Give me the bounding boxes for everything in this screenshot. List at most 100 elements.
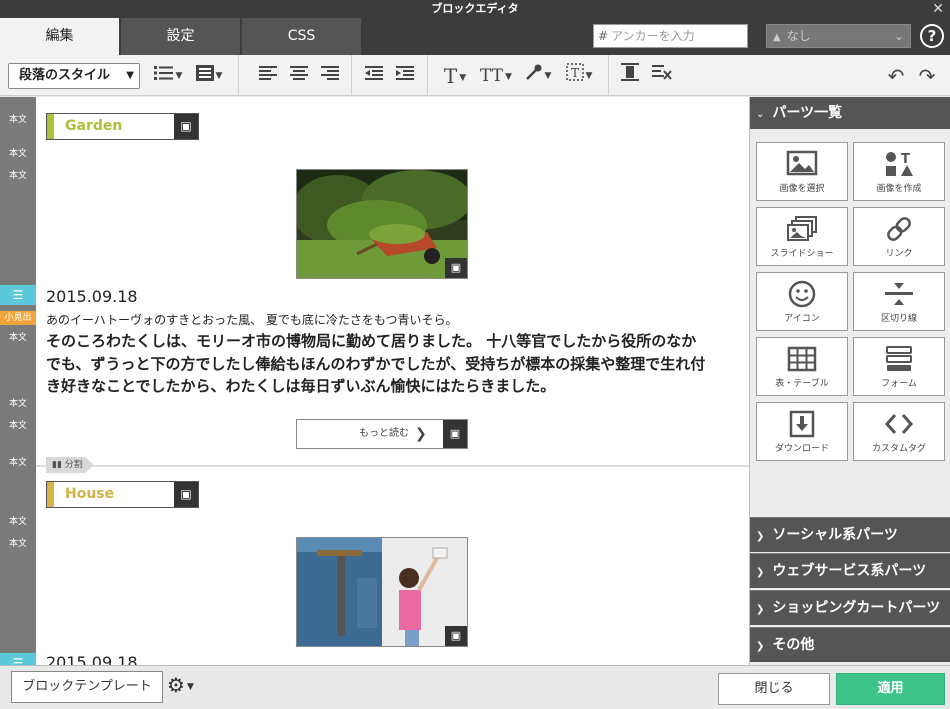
- tab-settings[interactable]: 設定: [121, 18, 241, 55]
- house-photo[interactable]: ▣: [296, 537, 468, 647]
- tab-bar: 編集 設定 CSS # アンカーを入力 ▲ なし ⌄ ?: [0, 18, 950, 55]
- clear-format-icon[interactable]: [650, 63, 674, 89]
- parts-list-header[interactable]: ⌄ パーツ一覧: [750, 97, 950, 129]
- redo-icon[interactable]: ↷: [915, 63, 939, 89]
- image-icon[interactable]: ▣: [443, 420, 467, 448]
- section-label: その他: [772, 637, 815, 653]
- section-other[interactable]: ❯ その他: [750, 627, 950, 662]
- close-button[interactable]: 閉じる: [718, 673, 830, 705]
- part-custom-tag[interactable]: カスタムタグ: [853, 402, 945, 461]
- garden-photo[interactable]: ▣: [296, 169, 468, 279]
- chevron-down-icon: ⌄: [756, 109, 765, 120]
- heading-house[interactable]: House ▣: [46, 481, 199, 508]
- heading-garden[interactable]: Garden ▣: [46, 113, 199, 140]
- window-title: ブロックエディタ: [431, 2, 519, 15]
- link-icon: [887, 217, 911, 241]
- part-label: ダウンロード: [774, 444, 829, 454]
- chevron-right-icon: ❯: [756, 641, 765, 652]
- part-form[interactable]: フォーム: [853, 337, 945, 396]
- tab-edit[interactable]: 編集: [0, 18, 120, 55]
- chevron-right-icon: ❯: [756, 531, 765, 542]
- slideshow-icon: [787, 216, 817, 241]
- gear-icon[interactable]: ⚙ ▼: [167, 673, 194, 697]
- eyedropper-icon[interactable]: ▼: [520, 63, 556, 89]
- apply-button[interactable]: 適用: [836, 673, 945, 705]
- indent-icon[interactable]: [393, 63, 417, 89]
- read-more-button[interactable]: もっと読む ❯ ▣: [296, 419, 468, 449]
- close-icon[interactable]: ✕: [932, 0, 944, 18]
- nodes-icon: ▲: [773, 32, 781, 43]
- section-divider: [36, 465, 749, 467]
- chevron-down-icon: ⌄: [893, 29, 904, 43]
- help-icon[interactable]: ?: [920, 24, 944, 48]
- text-style-icon[interactable]: T ▼: [437, 63, 473, 89]
- part-label: カスタムタグ: [871, 444, 926, 454]
- block-label[interactable]: 本文: [0, 331, 36, 345]
- block-label[interactable]: 本文: [0, 169, 36, 183]
- align-center-icon[interactable]: [287, 63, 311, 89]
- block-template-button[interactable]: ブロックテンプレート: [11, 671, 163, 703]
- outdent-icon[interactable]: [362, 63, 386, 89]
- heading-accent-bar: [47, 482, 54, 507]
- image-icon[interactable]: ▣: [445, 258, 467, 278]
- image-icon[interactable]: ▣: [174, 114, 198, 139]
- block-label[interactable]: 本文: [0, 147, 36, 161]
- part-label: 画像を作成: [876, 184, 922, 194]
- section-social-parts[interactable]: ❯ ソーシャル系パーツ: [750, 517, 950, 552]
- block-format-icon[interactable]: ▼: [192, 63, 226, 89]
- part-select-image[interactable]: 画像を選択: [756, 142, 848, 201]
- align-right-icon[interactable]: [318, 63, 342, 89]
- paragraph-style-select[interactable]: 段落のスタイル ▼: [8, 63, 140, 89]
- heading-accent-bar: [47, 114, 54, 139]
- block-label[interactable]: 本文: [0, 456, 36, 470]
- anchor-target-select[interactable]: ▲ なし ⌄: [766, 24, 911, 48]
- separator-icon: [885, 283, 913, 305]
- divider-tag[interactable]: ▮▮ 分割: [46, 457, 94, 473]
- anchor-input[interactable]: # アンカーを入力: [593, 24, 748, 48]
- text-box-icon[interactable]: T ▼: [560, 63, 598, 89]
- section-label: ウェブサービス系パーツ: [772, 563, 927, 579]
- block-type-gutter: 本文 本文 本文 ☰ 小見出 本文 本文 本文 本文 本文 本文 ☰: [0, 97, 36, 673]
- split-icon: ▮▮: [52, 460, 62, 470]
- block-label[interactable]: 本文: [0, 113, 36, 127]
- divider-label: 分割: [64, 460, 83, 470]
- post-subtitle: あのイーハトーヴォのすきとおった風、 夏でも底に冷たさをもつ青いそら。: [46, 313, 458, 327]
- table-icon: [787, 346, 817, 372]
- part-label: 区切り線: [880, 314, 917, 324]
- vertical-align-icon[interactable]: [618, 63, 642, 89]
- align-left-icon[interactable]: [256, 63, 280, 89]
- bullet-list-icon[interactable]: ▼: [151, 63, 185, 89]
- block-label[interactable]: 本文: [0, 515, 36, 529]
- read-more-label: もっと読む: [359, 428, 409, 439]
- part-download[interactable]: ダウンロード: [756, 402, 848, 461]
- part-icon[interactable]: アイコン: [756, 272, 848, 331]
- part-label: アイコン: [784, 314, 820, 324]
- house-image: [297, 538, 467, 646]
- block-label[interactable]: 本文: [0, 397, 36, 411]
- tab-css[interactable]: CSS: [242, 18, 362, 55]
- block-label[interactable]: 本文: [0, 419, 36, 433]
- section-webservice-parts[interactable]: ❯ ウェブサービス系パーツ: [750, 553, 950, 588]
- editor-canvas[interactable]: Garden ▣ ▣ 2015.09.18 あのイーハトーヴォのすきとおった風、…: [36, 97, 749, 665]
- heading-text: Garden: [65, 118, 123, 134]
- paragraph-style-value: 段落のスタイル: [19, 68, 111, 83]
- code-icon: [884, 414, 914, 434]
- part-link[interactable]: リンク: [853, 207, 945, 266]
- part-create-image[interactable]: T 画像を作成: [853, 142, 945, 201]
- block-label[interactable]: 本文: [0, 537, 36, 551]
- image-icon[interactable]: ▣: [445, 626, 467, 646]
- font-size-icon[interactable]: TT ▼: [478, 63, 514, 89]
- post-date: 2015.09.18: [46, 287, 138, 306]
- undo-icon[interactable]: ↶: [884, 63, 908, 89]
- part-table[interactable]: 表・テーブル: [756, 337, 848, 396]
- chevron-right-icon: ❯: [756, 604, 765, 615]
- date-block-icon[interactable]: ☰: [0, 285, 36, 305]
- heading-text: House: [65, 486, 115, 502]
- section-shopping-cart-parts[interactable]: ❯ ショッピングカートパーツ: [750, 590, 950, 625]
- format-toolbar: 段落のスタイル ▼ ▼ ▼ T ▼ TT ▼ ▼ T ▼ ↶ ↷: [0, 55, 950, 96]
- part-separator[interactable]: 区切り線: [853, 272, 945, 331]
- image-icon[interactable]: ▣: [174, 482, 198, 507]
- part-slideshow[interactable]: スライドショー: [756, 207, 848, 266]
- block-label[interactable]: 小見出: [0, 311, 36, 325]
- chevron-right-icon: ❯: [756, 567, 765, 578]
